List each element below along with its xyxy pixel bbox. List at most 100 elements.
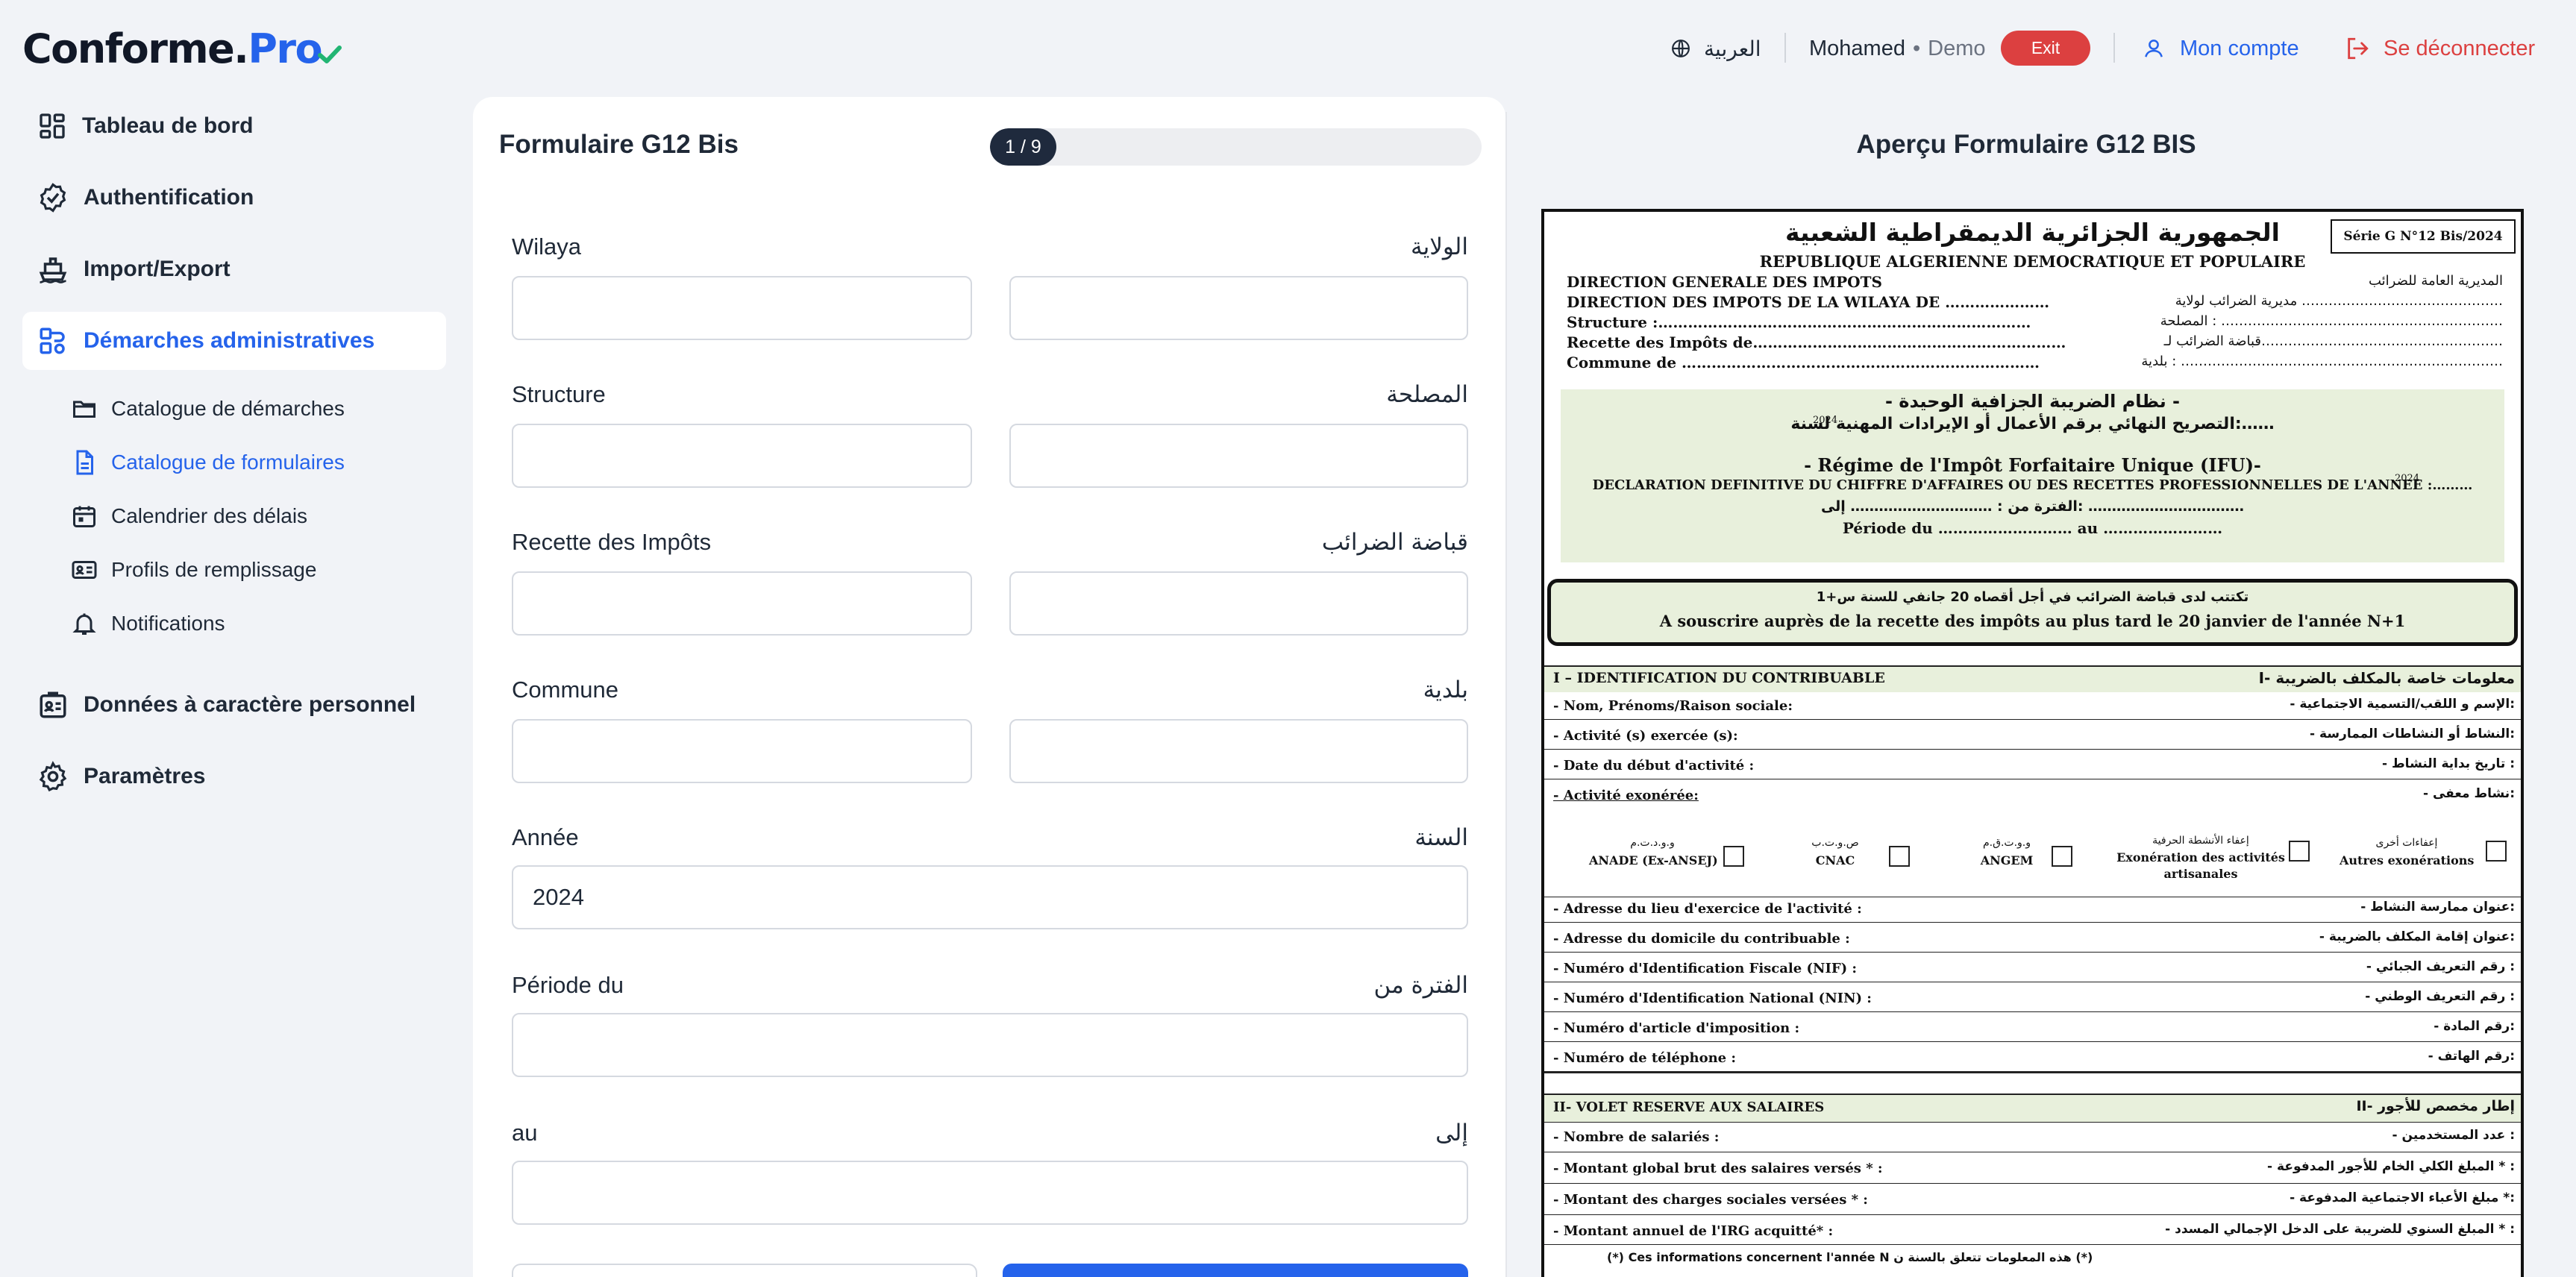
- app-logo[interactable]: Conforme. Pro: [22, 25, 342, 72]
- header-divider: [2113, 33, 2115, 63]
- doc-section2-ar: II- إطار مخصص للأجور: [2356, 1098, 2515, 1114]
- doc-row-fr: - Numéro d'Identification National (NIN)…: [1553, 991, 1872, 1006]
- structure-input[interactable]: [512, 424, 972, 488]
- doc-section1-ar: I- معلومات خاصة بالمكلف بالضريبة: [2258, 669, 2515, 687]
- doc-serie-box: Série G N°12 Bis/2024: [2331, 219, 2516, 254]
- sidebar-item-parametres[interactable]: Paramètres: [22, 747, 446, 806]
- sidebar-item-label: Paramètres: [84, 764, 206, 788]
- field-label: au: [512, 1120, 538, 1146]
- exemption-checkbox[interactable]: [2052, 846, 2072, 867]
- user-info: Mohamed • Demo: [1809, 30, 1985, 67]
- sidebar-item-import-export[interactable]: Import/Export: [22, 240, 446, 298]
- globe-icon: [1672, 40, 1690, 57]
- exemption-checkbox[interactable]: [2289, 841, 2310, 862]
- doc-footnote: (*) Ces informations concernent l'année …: [1607, 1250, 2093, 1264]
- annee-input[interactable]: [512, 865, 1468, 929]
- form-title: Formulaire G12 Bis: [499, 130, 739, 159]
- doc-row-fr: - Activité (s) exercée (s):: [1553, 728, 1738, 744]
- doc-dir-right: مديرية الضرائب لولاية ………………………………………: [2175, 293, 2503, 309]
- workflow-icon: [40, 327, 65, 354]
- doc-regime-ar2: التصريح النهائي برقم الأعمال أو الإيرادا…: [1790, 415, 2275, 433]
- sidebar-subitem-catalogue-formulaires[interactable]: Catalogue de formulaires: [71, 442, 345, 483]
- form-preview-document: الجمهورية الجزائرية الديمقراطية الشعبية …: [1541, 209, 2524, 1277]
- sidebar-subitem-profils[interactable]: Profils de remplissage: [71, 549, 316, 591]
- next-button[interactable]: [1003, 1264, 1468, 1277]
- exemption-checkbox[interactable]: [1889, 846, 1910, 867]
- recette-ar-input[interactable]: [1009, 571, 1468, 636]
- commune-ar-input[interactable]: [1009, 719, 1468, 783]
- logout-link[interactable]: Se déconnecter: [2345, 30, 2535, 67]
- gear-icon: [39, 761, 67, 792]
- panel-divider: [1505, 112, 1507, 1277]
- doc-row-fr: - Numéro d'article d'imposition :: [1553, 1020, 1800, 1036]
- progress-fill: 1 / 9: [990, 128, 1056, 166]
- sidebar-item-donnees-personnelles[interactable]: Données à caractère personnel: [22, 676, 446, 734]
- file-icon: [76, 450, 93, 475]
- logout-icon: [2348, 37, 2369, 60]
- preview-title: Aperçu Formulaire G12 BIS: [1856, 130, 2196, 159]
- doc-row-fr: - Numéro de téléphone :: [1553, 1050, 1737, 1066]
- exemption-fr: Exonération des activités: [2116, 850, 2285, 865]
- sidebar-subitem-label: Notifications: [111, 612, 225, 635]
- field-label: Wilaya: [512, 233, 582, 260]
- exemption-fr: CNAC: [1815, 853, 1855, 867]
- exemption-checkbox[interactable]: [2486, 841, 2507, 862]
- exemption-checkbox[interactable]: [1723, 846, 1744, 867]
- sidebar-item-demarches[interactable]: Démarches administratives: [22, 312, 446, 370]
- sidebar-item-label: Démarches administratives: [84, 328, 375, 353]
- sidebar-item-label: Tableau de bord: [82, 113, 254, 138]
- au-input[interactable]: [512, 1161, 1468, 1225]
- doc-dir-left: Structure :…………………………………………………………………: [1567, 313, 2031, 331]
- sidebar-item-label: Authentification: [84, 185, 254, 210]
- field-label: Année: [512, 824, 579, 850]
- field-label: Structure: [512, 381, 606, 407]
- sidebar-subitem-label: Profils de remplissage: [111, 558, 317, 581]
- doc-row-fr: - Numéro d'Identification Fiscale (NIF) …: [1553, 961, 1858, 976]
- sidebar-subitem-catalogue-demarches[interactable]: Catalogue de démarches: [71, 388, 345, 430]
- sidebar-subitem-notifications[interactable]: Notifications: [71, 603, 225, 644]
- doc-row-ar: - مبلغ الأعباء الاجتماعية المدفوعة *:: [2290, 1190, 2515, 1205]
- doc-row-ar: - المبلغ الكلي الخام للأجور المدفوعة * :: [2267, 1159, 2515, 1174]
- field-label-ar: قباضة الضرائب: [1321, 529, 1468, 556]
- exemption-ar: و.و.د.ت.م: [1630, 837, 1675, 849]
- doc-year-small: 2024: [2395, 473, 2420, 484]
- recette-input[interactable]: [512, 571, 972, 636]
- sidebar-item-dashboard[interactable]: Tableau de bord: [22, 97, 446, 155]
- periode-du-input[interactable]: [512, 1013, 1468, 1077]
- sidebar-subitem-calendrier[interactable]: Calendrier des délais: [71, 495, 307, 537]
- field-label-ar: الولاية: [1410, 233, 1468, 260]
- sidebar-subitem-label: Calendrier des délais: [111, 504, 308, 527]
- doc-row-fr: - Activité exonérée:: [1553, 788, 1699, 803]
- doc-dir-left: Recette des Impôts de……………………………………………………: [1567, 333, 2066, 351]
- logo-text: Conforme.: [22, 25, 249, 72]
- folder-icon: [73, 401, 95, 418]
- exemption-ar: إعفاء الأنشطة الحرفية: [2152, 835, 2249, 847]
- account-link[interactable]: Mon compte: [2143, 30, 2299, 67]
- language-switcher[interactable]: العربية: [1671, 30, 1761, 67]
- doc-dir-left: DIRECTION GENERALE DES IMPOTS: [1567, 273, 1882, 291]
- doc-notice-fr: A souscrire auprès de la recette des imp…: [1659, 612, 2406, 630]
- sidebar-item-label: Import/Export: [84, 257, 231, 281]
- doc-row-ar: - رقم الهاتف:: [2428, 1049, 2515, 1064]
- badge-check-icon: [40, 183, 66, 213]
- commune-input[interactable]: [512, 719, 972, 783]
- user-name: Mohamed: [1809, 36, 1905, 60]
- doc-row-fr: - Date du début d'activité :: [1553, 758, 1755, 774]
- field-label: Période du: [512, 972, 624, 998]
- exemption-ar: ص.و.ت.ب: [1811, 837, 1859, 849]
- doc-period-fr: Période du ……………………… au ……………………: [1842, 519, 2223, 537]
- wilaya-ar-input[interactable]: [1009, 276, 1468, 340]
- sidebar-item-authentication[interactable]: Authentification: [22, 169, 446, 227]
- doc-row-ar: - المبلغ السنوي للضريبة على الدخل الإجما…: [2165, 1222, 2515, 1237]
- doc-dir-right: بلدية : ………………………………………………………………: [2141, 354, 2503, 369]
- previous-button[interactable]: [512, 1264, 977, 1277]
- logo-accent: Pro: [248, 25, 322, 72]
- exit-demo-button[interactable]: Exit: [2001, 31, 2090, 66]
- doc-title-fr: REPUBLIQUE ALGERIENNE DEMOCRATIQUE ET PO…: [1759, 252, 2306, 271]
- field-label-ar: السنة: [1414, 824, 1468, 851]
- exemption-fr: ANADE (Ex-ANSEJ): [1589, 853, 1718, 867]
- checkmark-icon: [318, 45, 342, 63]
- wilaya-input[interactable]: [512, 276, 972, 340]
- sidebar-subitem-label: Catalogue de démarches: [111, 397, 345, 420]
- structure-ar-input[interactable]: [1009, 424, 1468, 488]
